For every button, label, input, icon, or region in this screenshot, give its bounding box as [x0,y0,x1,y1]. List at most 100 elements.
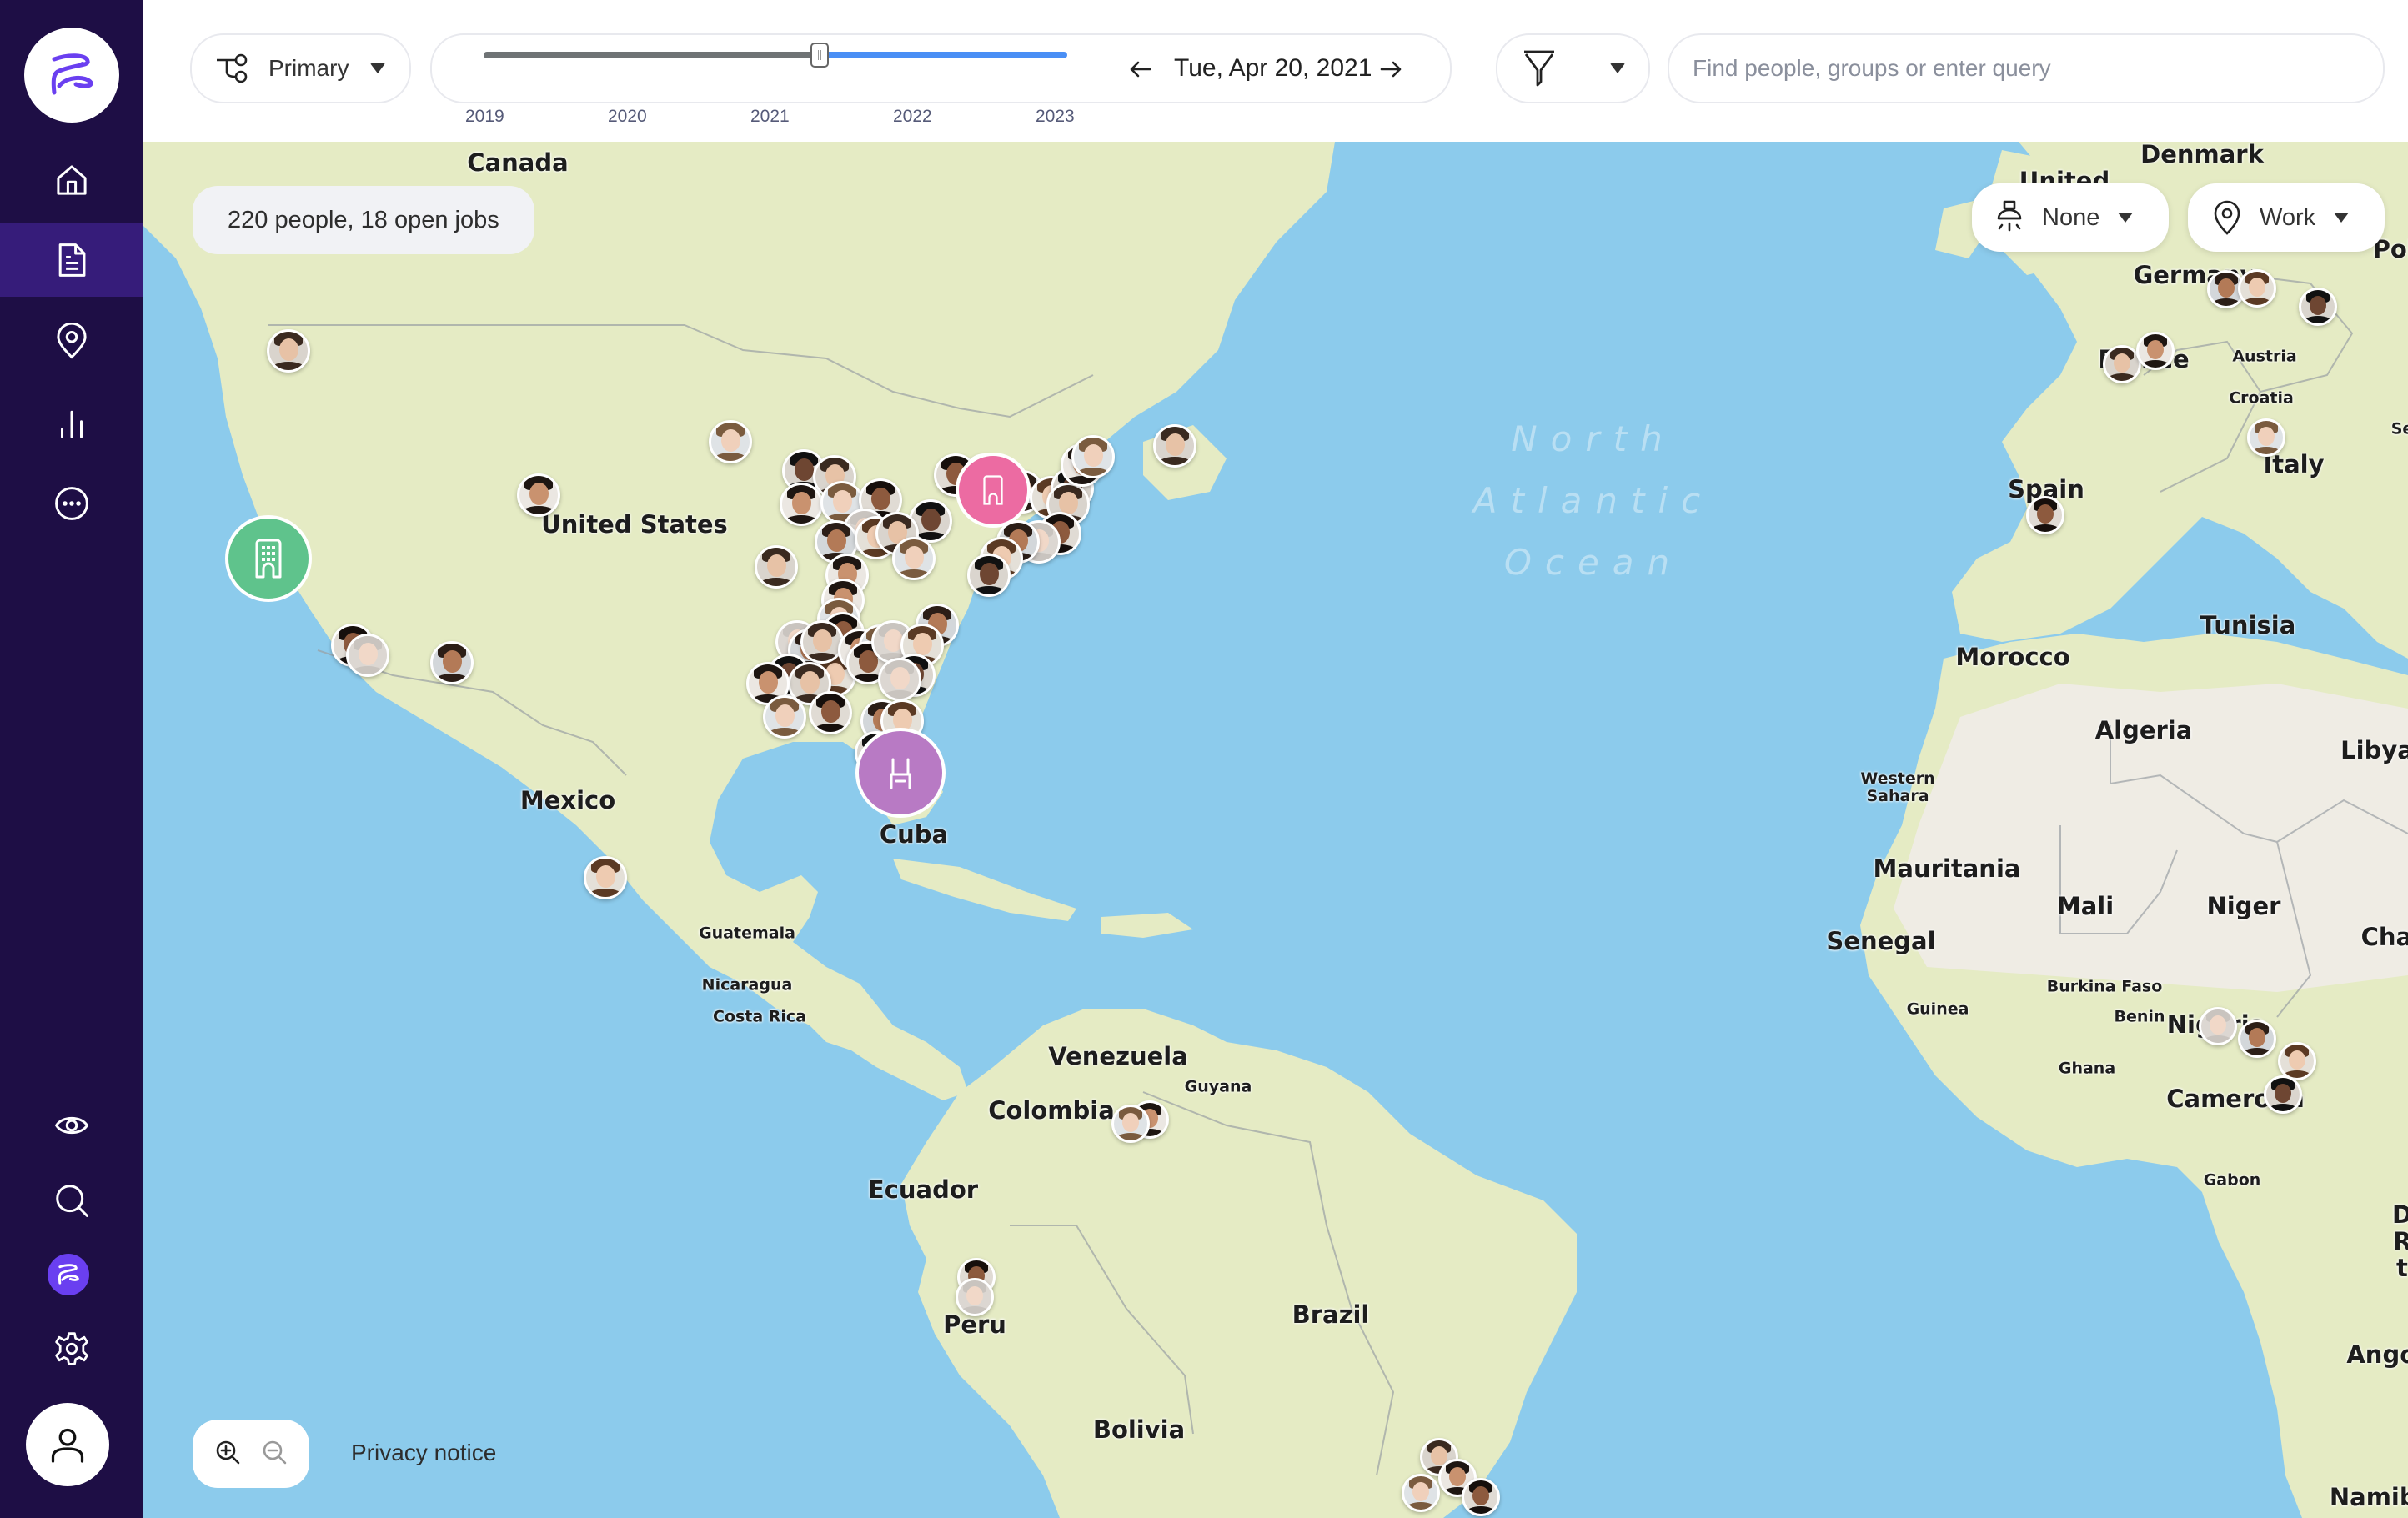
bar-chart-icon [60,410,83,438]
map-label: Guyana [1184,1077,1252,1096]
person-marker[interactable] [2026,496,2064,534]
person-marker[interactable] [755,545,798,589]
zoom-controls [193,1420,309,1488]
person-marker[interactable] [878,658,921,701]
avatar-face [2210,1015,2226,1035]
sidebar-item-home[interactable] [0,143,143,217]
profile-button[interactable] [26,1403,109,1486]
person-marker[interactable] [2238,269,2276,308]
person-marker[interactable] [809,691,852,734]
map-label: Nicaragua [701,975,793,994]
person-marker[interactable] [267,329,310,373]
person-marker[interactable] [800,620,844,664]
avatar-face [870,488,890,510]
person-marker[interactable] [2136,332,2175,370]
hierarchy-select-value: Primary [268,55,349,81]
timeline-future-track [819,52,1067,58]
person-marker[interactable] [780,483,823,526]
avatar-face [2147,340,2164,360]
landmass-north-america [143,142,1335,1100]
current-date[interactable]: Tue, Apr 20, 2021 [1174,54,1372,83]
avatar-face [812,629,832,652]
map-label: Angola [2346,1340,2408,1370]
lighting-select[interactable]: None [1972,183,2169,252]
timeline-slider[interactable] [484,43,1067,68]
person-marker[interactable] [517,473,560,517]
map-label: Algeria [2094,716,2193,745]
sidebar-item-settings[interactable] [0,1312,143,1385]
person-marker[interactable] [709,420,752,463]
hierarchy-select[interactable]: Primary [190,33,411,103]
avatar-face [775,704,795,727]
map-label: Venezuela [1048,1042,1188,1071]
map-label: Bolivia [1092,1415,1186,1445]
avatar-face [278,338,298,361]
person-marker[interactable] [1462,1478,1500,1516]
sidebar-item-documents[interactable] [0,223,143,297]
map-basemap [143,142,2408,1518]
job-cluster-northeast[interactable] [956,453,1031,528]
person-marker[interactable] [584,856,627,899]
avatar-face [912,633,932,655]
map-label: Denmark [2140,142,2264,169]
map-label: Burkina Faso [2046,977,2163,996]
avatar-face [2249,1028,2265,1048]
person-marker[interactable] [892,537,936,580]
person-marker[interactable] [956,1278,994,1316]
person-marker[interactable] [2299,288,2337,326]
person-marker[interactable] [1402,1474,1440,1512]
prev-date-button[interactable] [1126,55,1155,88]
job-cluster-west-coast[interactable] [225,515,312,602]
map-label: Gabon [2203,1170,2261,1190]
search-field[interactable] [1668,33,2385,103]
map-view[interactable]: North Atlantic Ocean Canada United States… [143,142,2408,1518]
person-marker[interactable] [2199,1007,2237,1045]
avatar-face [1122,1113,1139,1133]
avatar-face [832,490,852,513]
person-marker[interactable] [2264,1075,2302,1114]
chair-icon [890,758,911,789]
avatar-face [2310,296,2326,316]
map-label: Guatemala [699,924,795,943]
timeline-year-label: 2021 [750,107,790,126]
person-marker[interactable] [1071,435,1115,478]
person-marker[interactable] [763,695,806,739]
person-marker[interactable] [1153,424,1196,468]
zoom-in-button[interactable] [214,1439,241,1470]
map-label: Chac [2360,923,2408,952]
timeline-slider-thumb[interactable] [810,43,829,68]
person-marker[interactable] [2238,1020,2276,1058]
location-type-select[interactable]: Work [2188,183,2385,252]
privacy-notice-link[interactable]: Privacy notice [351,1440,496,1466]
person-marker[interactable] [430,641,474,684]
job-cluster-florida[interactable] [855,728,946,818]
map-label: Niger [2206,892,2281,921]
avatar-face [791,492,811,514]
sidebar-item-more[interactable] [0,467,143,540]
map-label: Western Sahara [1860,769,1935,805]
person-marker[interactable] [2247,418,2285,457]
map-label: Senegal [1826,927,1936,956]
avatar-face [2114,353,2130,373]
sidebar-item-watch[interactable] [0,1089,143,1162]
app-logo[interactable] [24,28,119,123]
chevron-down-icon [2334,213,2350,223]
person-marker[interactable] [346,634,389,677]
location-type-select-value: Work [2260,203,2316,231]
avatar-face [794,458,814,481]
next-date-button[interactable] [1377,55,1405,88]
person-marker[interactable] [1111,1105,1150,1143]
map-label: Guinea [1906,999,1969,1019]
filter-button[interactable] [1496,33,1650,103]
sidebar-item-analytics[interactable] [0,387,143,460]
sidebar-item-locations[interactable] [0,305,143,378]
search-input[interactable] [1691,54,2361,83]
person-marker[interactable] [967,554,1011,597]
avatar-face [1472,1486,1489,1506]
sidebar-item-brand[interactable] [48,1254,89,1295]
arrow-right-icon [1380,61,1402,78]
avatar-face [2037,504,2054,524]
home-icon [56,165,87,195]
sidebar-item-search[interactable] [0,1164,143,1237]
zoom-out-button[interactable] [261,1439,288,1470]
